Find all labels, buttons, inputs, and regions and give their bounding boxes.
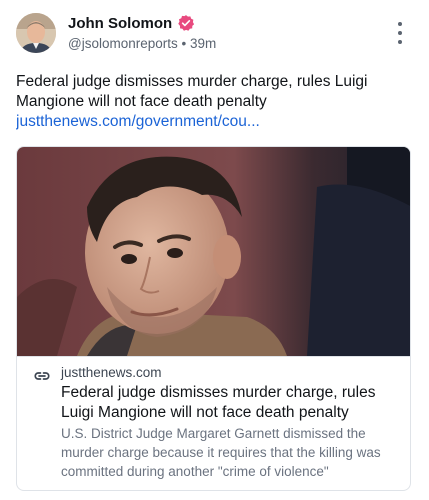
avatar-image — [16, 13, 56, 53]
post-meta: @jsolomonreports • 39m — [68, 36, 216, 51]
author-name-text: John Solomon — [68, 14, 173, 32]
verified-badge-icon — [178, 15, 195, 31]
link-icon — [34, 372, 50, 380]
card-image[interactable] — [17, 147, 410, 356]
card-domain: justthenews.com — [61, 365, 162, 380]
author-handle[interactable]: @jsolomonreports — [68, 36, 178, 51]
card-photo — [17, 147, 410, 356]
card-divider — [17, 356, 410, 357]
avatar[interactable] — [16, 13, 56, 53]
link-preview-card[interactable]: justthenews.com Federal judge dismisses … — [16, 146, 411, 491]
post-link[interactable]: justthenews.com/government/cou... — [16, 112, 416, 132]
post-text: Federal judge dismisses murder charge, r… — [16, 73, 368, 110]
author-name[interactable]: John Solomon — [68, 14, 195, 32]
post: John Solomon @jsolomonreports • 39m Fede… — [0, 0, 429, 500]
more-options-icon[interactable] — [392, 22, 408, 44]
meta-separator: • — [181, 36, 187, 51]
card-title: Federal judge dismisses murder charge, r… — [61, 384, 376, 421]
post-time[interactable]: 39m — [190, 36, 216, 51]
card-description: U.S. District Judge Margaret Garnett dis… — [61, 426, 381, 479]
